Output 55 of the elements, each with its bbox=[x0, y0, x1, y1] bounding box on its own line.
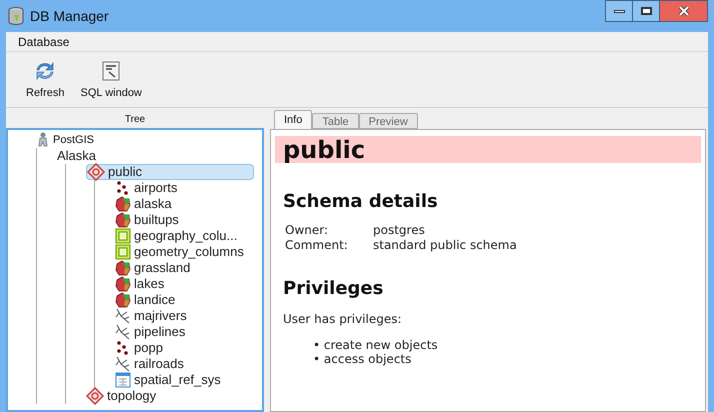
tree-item[interactable]: airports bbox=[115, 180, 182, 196]
section-heading: Privileges bbox=[282, 277, 384, 301]
tree-item[interactable]: pipelines bbox=[115, 324, 190, 340]
polygon-icon bbox=[115, 196, 131, 212]
database-icon bbox=[8, 7, 24, 25]
tree-item[interactable]: topology bbox=[86, 388, 160, 404]
tree-item[interactable]: landice bbox=[115, 292, 180, 308]
polygon-icon bbox=[115, 260, 131, 276]
polygon-icon bbox=[115, 292, 131, 308]
tree-item[interactable]: public bbox=[86, 164, 254, 180]
polygon-icon bbox=[115, 212, 131, 228]
menu-item[interactable]: Database bbox=[18, 32, 70, 50]
detail-label: Owner: bbox=[285, 223, 330, 238]
tree-item[interactable]: geography_colu... bbox=[115, 228, 242, 244]
tab[interactable]: Preview bbox=[358, 113, 418, 129]
toolbar-button[interactable]: SQL window bbox=[74, 60, 148, 101]
diamond-icon bbox=[86, 387, 104, 405]
privilege-item: • create new objects bbox=[313, 338, 439, 352]
section-heading: Schema details bbox=[282, 190, 439, 214]
toolbar-button[interactable]: Refresh bbox=[20, 60, 71, 101]
tree-item[interactable]: popp bbox=[115, 340, 167, 356]
detail-value: standard public schema bbox=[373, 238, 517, 253]
maximize-button[interactable] bbox=[633, 1, 660, 21]
panel-title: Tree bbox=[124, 112, 146, 126]
square-icon bbox=[115, 228, 131, 244]
document-icon bbox=[102, 60, 120, 80]
lines-icon bbox=[115, 324, 131, 340]
privileges-text: User has privileges: bbox=[282, 311, 403, 328]
table-icon bbox=[115, 372, 131, 388]
tree-item[interactable]: Alaska bbox=[57, 148, 100, 164]
tree-item[interactable]: geometry_columns bbox=[115, 244, 248, 260]
refresh-icon bbox=[34, 60, 56, 80]
close-button[interactable] bbox=[660, 1, 707, 21]
privilege-item: • access objects bbox=[313, 352, 412, 366]
polygon-icon bbox=[115, 276, 131, 292]
tree-item[interactable]: builtups bbox=[115, 212, 183, 228]
tree-item[interactable]: alaska bbox=[115, 196, 176, 212]
tree-item[interactable]: majrivers bbox=[115, 308, 191, 324]
lines-icon bbox=[115, 356, 131, 372]
lines-icon bbox=[115, 308, 131, 324]
tree-item[interactable]: railroads bbox=[115, 356, 188, 372]
detail-label: Comment: bbox=[285, 238, 349, 253]
tree-item[interactable]: grassland bbox=[115, 260, 194, 276]
diamond-icon bbox=[87, 163, 105, 181]
square-icon bbox=[115, 244, 131, 260]
tab[interactable]: Table bbox=[312, 113, 359, 129]
tree-item[interactable]: lakes bbox=[115, 276, 168, 292]
window-title: DB Manager bbox=[30, 6, 109, 26]
close-icon bbox=[678, 6, 690, 16]
tab[interactable]: Info bbox=[274, 110, 312, 129]
detail-value: postgres bbox=[373, 223, 425, 238]
minimize-button[interactable] bbox=[606, 1, 633, 21]
schema-title: public bbox=[283, 138, 366, 162]
tree-item[interactable]: PostGIS bbox=[36, 132, 98, 148]
tree-item[interactable]: spatial_ref_sys bbox=[115, 372, 225, 388]
